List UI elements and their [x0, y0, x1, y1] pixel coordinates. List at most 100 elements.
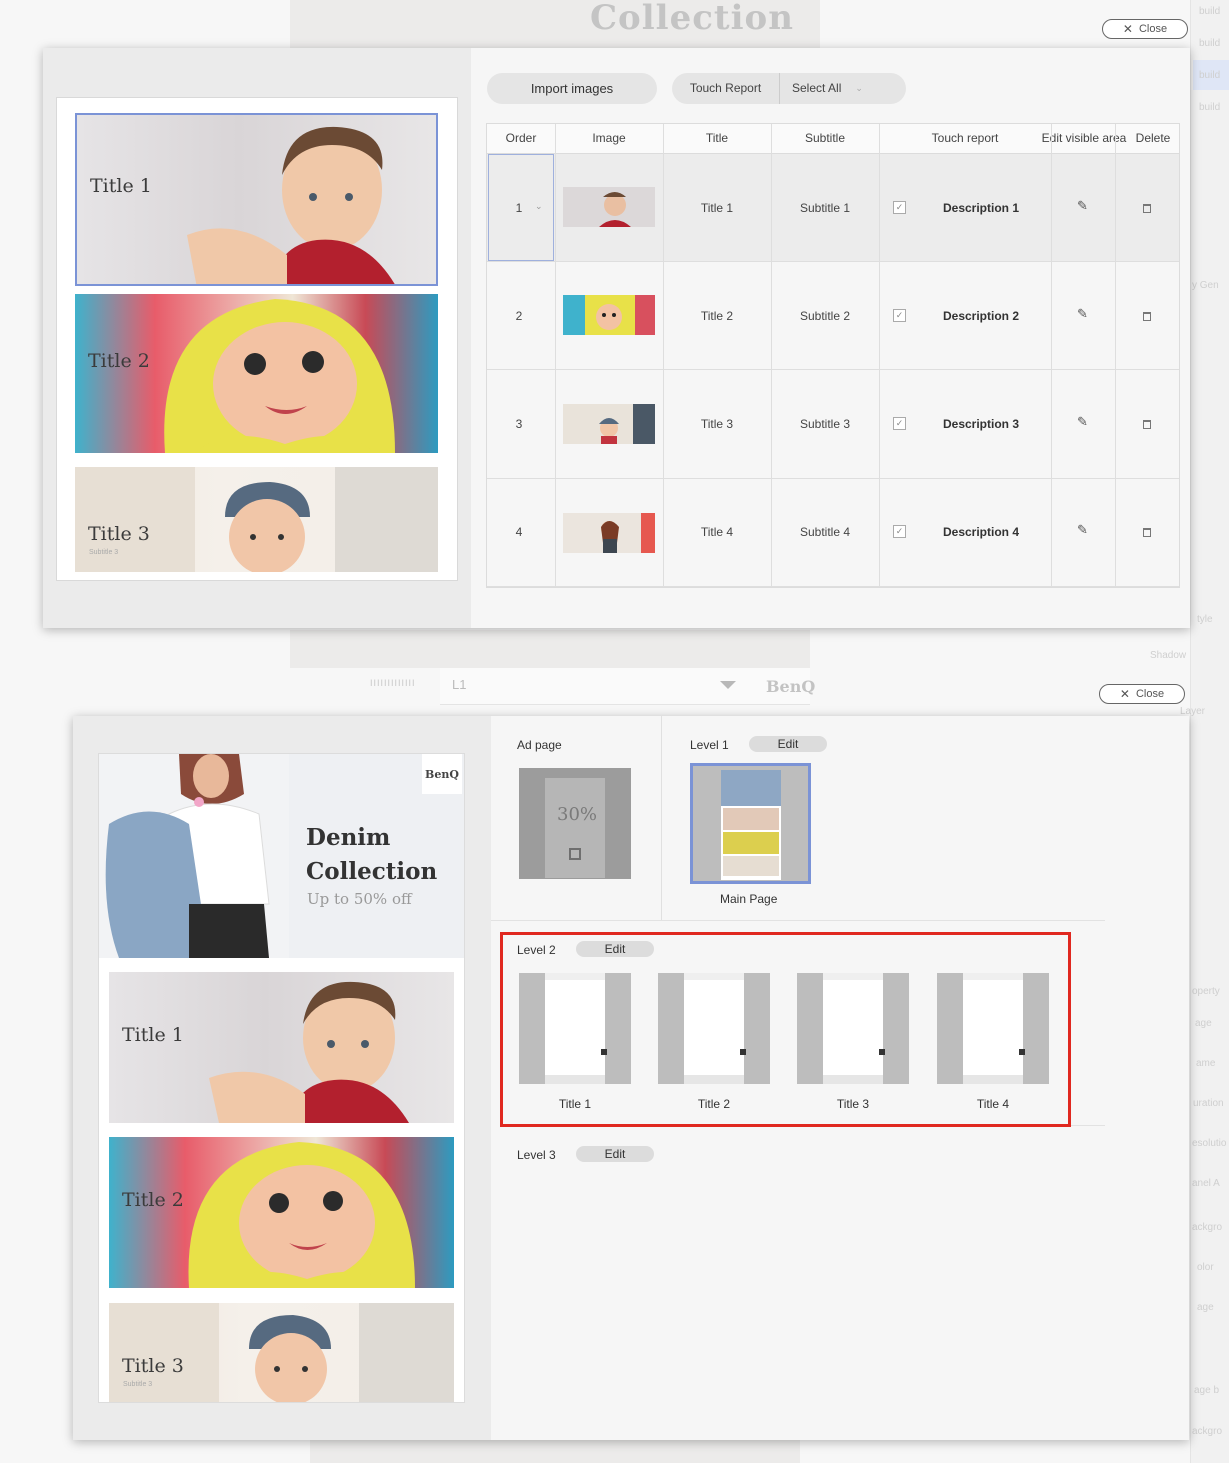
- level-divider: [1071, 1125, 1105, 1126]
- trash-icon[interactable]: [1143, 528, 1151, 537]
- column-divider: [663, 124, 664, 587]
- row-thumbnail[interactable]: [563, 187, 655, 227]
- select-all-button[interactable]: Select All: [780, 73, 841, 104]
- row-thumbnail[interactable]: [563, 513, 655, 553]
- touch-report-button[interactable]: Touch Report: [672, 73, 780, 104]
- denim-hero[interactable]: Denim Collection Up to 50% off BenQ: [99, 754, 464, 958]
- hero-headline: Collection: [306, 858, 438, 885]
- chevron-down-icon[interactable]: ⌄: [535, 201, 543, 212]
- slide-subtitle: Subtitle 3: [89, 549, 119, 556]
- level-1-edit-button[interactable]: Edit: [749, 736, 827, 752]
- level-3-edit-button[interactable]: Edit: [576, 1146, 654, 1162]
- table-row-order[interactable]: 4: [509, 522, 529, 542]
- table-row-description: Description 1: [942, 201, 1020, 215]
- main-page-hero: [721, 770, 781, 806]
- level-2-highlight-box: [500, 932, 1071, 1127]
- pen-icon[interactable]: ✎: [1077, 414, 1088, 430]
- slide-title: Title 2: [88, 350, 150, 372]
- column-divider: [661, 716, 662, 920]
- header-subtitle: Subtitle: [771, 124, 879, 154]
- row-divider: [487, 478, 1179, 479]
- hero-headline: Denim: [306, 824, 391, 851]
- pen-icon[interactable]: ✎: [1077, 522, 1088, 538]
- row-divider: [487, 586, 1179, 587]
- background-photo-bottom: [310, 1440, 800, 1463]
- main-page-thumbnail[interactable]: [690, 763, 811, 884]
- pen-icon[interactable]: ✎: [1077, 306, 1088, 322]
- ad-page-label: Ad page: [517, 738, 562, 752]
- ad-page-percent: 30%: [557, 804, 598, 825]
- preview-slide-2[interactable]: Title 2: [109, 1137, 454, 1288]
- bg-label: olor: [1197, 1262, 1214, 1273]
- slide-2-banner[interactable]: Title 2: [75, 294, 438, 453]
- touch-report-checkbox[interactable]: ✓: [893, 201, 906, 214]
- trash-icon[interactable]: [1143, 420, 1151, 429]
- slide-3-banner[interactable]: Title 3 Subtitle 3: [75, 467, 438, 572]
- images-table: Order Image Title Subtitle Touch report …: [486, 123, 1180, 588]
- bg-label: age: [1195, 1018, 1212, 1029]
- touch-report-checkbox[interactable]: ✓: [893, 525, 906, 538]
- row-thumbnail[interactable]: [563, 295, 655, 335]
- boy-photo: [75, 467, 438, 572]
- bg-label: build: [1199, 38, 1221, 49]
- main-page-slide: [723, 856, 779, 876]
- table-row-order[interactable]: 1: [509, 198, 529, 218]
- bg-label: anel A: [1192, 1178, 1220, 1189]
- slide-title: Title 3: [88, 523, 150, 545]
- bg-label: age: [1197, 1302, 1214, 1313]
- close-label: Close: [1135, 688, 1165, 700]
- brand-logo-text: BenQ: [425, 767, 459, 781]
- table-row-subtitle: Subtitle 3: [799, 417, 851, 431]
- baby-photo: [188, 1142, 415, 1288]
- column-divider: [879, 124, 880, 587]
- slide-title: Title 3: [122, 1355, 184, 1377]
- column-divider: [1115, 124, 1116, 587]
- touch-report-checkbox[interactable]: ✓: [893, 309, 906, 322]
- slide-title: Title 1: [122, 1024, 184, 1046]
- header-delete: Delete: [1127, 124, 1179, 154]
- touch-report-checkbox[interactable]: ✓: [893, 417, 906, 430]
- import-images-button[interactable]: Import images: [487, 73, 657, 104]
- touch-report-toolbar: Touch Report Select All ⌄: [672, 73, 906, 104]
- background-heading: Collection: [590, 0, 794, 38]
- trash-icon[interactable]: [1143, 204, 1151, 213]
- header-touch-report: Touch report: [879, 124, 1051, 154]
- row-thumbnail[interactable]: [563, 404, 655, 444]
- bg-label: y Gen: [1192, 280, 1219, 291]
- background-dropdown-value: L1: [452, 677, 467, 692]
- chevron-down-icon[interactable]: ⌄: [855, 83, 863, 94]
- main-page-slide: [723, 832, 779, 854]
- baby-photo: [164, 299, 395, 453]
- table-row-description: Description 2: [942, 309, 1020, 323]
- baby-photo: [209, 981, 409, 1123]
- trash-icon[interactable]: [1143, 312, 1151, 321]
- hero-subline: Up to 50% off: [307, 890, 412, 908]
- close-icon: ✕: [1122, 22, 1133, 36]
- close-button[interactable]: ✕ Close: [1099, 684, 1185, 704]
- brand-logo: BenQ: [422, 754, 462, 794]
- baby-photo: [187, 126, 395, 284]
- table-row-subtitle: Subtitle 1: [799, 201, 851, 215]
- slide-title: Title 1: [90, 175, 152, 197]
- background-brand: BenQ: [766, 677, 816, 696]
- header-order: Order: [487, 124, 555, 154]
- table-row-order[interactable]: 3: [509, 414, 529, 434]
- preview-slide-3[interactable]: Title 3 Subtitle 3: [109, 1303, 454, 1402]
- close-button[interactable]: ✕ Close: [1102, 19, 1188, 39]
- chevron-down-icon: [720, 681, 736, 689]
- bg-label: Shadow: [1150, 650, 1187, 661]
- table-row-description: Description 3: [942, 417, 1020, 431]
- bg-label: uration: [1193, 1098, 1224, 1109]
- ad-page-thumbnail[interactable]: 30%: [519, 768, 631, 879]
- preview-slide-1[interactable]: Title 1: [109, 972, 454, 1123]
- close-label: Close: [1138, 23, 1168, 35]
- main-page-slide: [723, 808, 779, 830]
- background-ruler: IIIIIIIIIIIII: [370, 678, 416, 688]
- slide-1-banner[interactable]: Title 1: [75, 113, 438, 286]
- pen-icon[interactable]: ✎: [1077, 198, 1088, 214]
- bg-label: tyle: [1197, 614, 1213, 625]
- bg-label: build: [1199, 6, 1221, 17]
- bg-label: ackgro: [1192, 1426, 1223, 1437]
- table-row-order[interactable]: 2: [509, 306, 529, 326]
- row-divider: [487, 261, 1179, 262]
